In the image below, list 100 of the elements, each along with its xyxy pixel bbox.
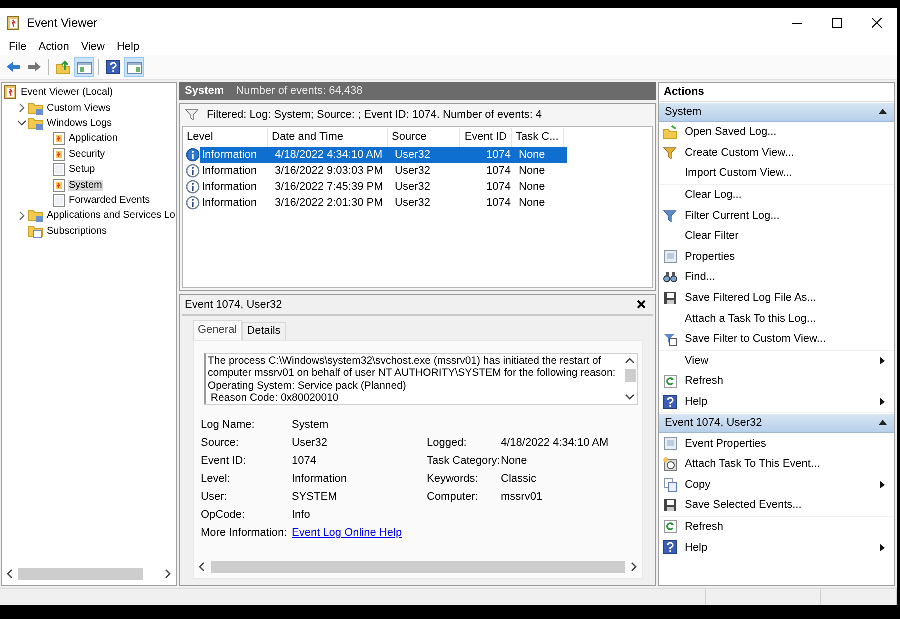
event-log-icon xyxy=(4,85,18,100)
field-label: Computer: xyxy=(427,491,480,503)
help-icon xyxy=(106,60,120,74)
table-cell-text: Information xyxy=(201,164,258,179)
tree-item[interactable]: Security xyxy=(68,148,106,160)
tab[interactable]: General xyxy=(193,320,242,340)
command-link[interactable]: Save Filter to Custom View... xyxy=(685,333,886,346)
menu-item[interactable]: File xyxy=(4,40,32,52)
binoculars-icon xyxy=(663,270,678,284)
tree-item[interactable]: Setup xyxy=(68,164,96,176)
section-title: System xyxy=(665,106,702,118)
tree-item[interactable]: System xyxy=(68,180,104,191)
table-cell-text: User32 xyxy=(394,196,432,211)
close-detail-button[interactable] xyxy=(636,299,647,310)
folder-icon xyxy=(663,124,678,140)
menu-item[interactable]: View xyxy=(76,40,110,52)
command-link[interactable]: Help xyxy=(685,396,878,408)
command-link[interactable]: Find... xyxy=(685,271,886,284)
filter-icon xyxy=(663,208,677,223)
command-link[interactable]: Help xyxy=(685,542,878,554)
command-link[interactable]: Import Custom View... xyxy=(685,167,886,180)
properties-icon xyxy=(663,436,678,452)
command-link[interactable]: Event Properties xyxy=(685,438,886,450)
table-row[interactable]: Information 3/16/2022 2:01:30 PM User32 1074 None xyxy=(186,195,652,211)
table-cell-text: 1074 xyxy=(486,196,512,211)
field-label: More Information: xyxy=(201,527,288,539)
event-count: Number of events: 64,438 xyxy=(236,85,363,97)
command-link[interactable]: View xyxy=(685,354,878,367)
help-icon xyxy=(663,394,678,410)
section-header[interactable]: System xyxy=(659,103,894,122)
close-icon xyxy=(872,18,882,28)
command-link[interactable]: Attach a Task To this Log... xyxy=(685,312,886,325)
command-link[interactable]: Filter Current Log... xyxy=(685,210,886,222)
command-link[interactable]: Open Saved Log... xyxy=(685,126,886,138)
tree-item[interactable]: Application xyxy=(68,133,119,144)
command-link[interactable]: Copy xyxy=(685,478,878,491)
table-cell-text: 3/16/2022 2:01:30 PM xyxy=(274,196,384,211)
scrollbar-thumb[interactable] xyxy=(624,369,636,382)
command-link[interactable]: Refresh xyxy=(685,520,886,533)
field-label: Source: xyxy=(201,437,240,449)
menu-item[interactable]: Help xyxy=(112,40,145,52)
command-link[interactable]: Create Custom View... xyxy=(685,146,886,159)
field-value: 1074 xyxy=(292,455,318,467)
table-cell-text: 3/16/2022 9:03:03 PM xyxy=(274,164,384,179)
table-cell-text: None xyxy=(518,196,546,211)
log-icon xyxy=(52,178,66,193)
scrollbar-thumb[interactable] xyxy=(18,568,143,580)
tree-item[interactable]: Subscriptions xyxy=(46,226,108,237)
tab[interactable]: Details xyxy=(242,322,286,340)
scroll-right-icon xyxy=(630,562,638,572)
close-icon xyxy=(636,299,647,310)
command-link[interactable]: Properties xyxy=(685,250,886,263)
section-header[interactable]: Event 1074, User32 xyxy=(659,414,894,434)
command-link[interactable]: Save Selected Events... xyxy=(685,499,886,512)
menu-item[interactable]: Action xyxy=(34,40,74,52)
table-cell-text: 3/16/2022 7:45:39 PM xyxy=(274,180,384,195)
field-label: Keywords: xyxy=(427,473,480,485)
tree-item[interactable]: Applications and Services Lo xyxy=(46,210,176,222)
folder-up-icon xyxy=(56,60,70,74)
field-value: Information xyxy=(292,473,348,485)
table-row[interactable]: Information 3/16/2022 9:03:03 PM User32 1074 None xyxy=(186,163,652,179)
subscriptions-icon xyxy=(28,224,44,239)
tree-item[interactable]: Event Viewer (Local) xyxy=(20,87,114,98)
filter-icon xyxy=(663,146,677,160)
table-cell: 1074 xyxy=(463,147,515,163)
tree-item[interactable]: Windows Logs xyxy=(46,118,114,129)
field-label: Level: xyxy=(201,473,232,485)
table-cell-text: None xyxy=(518,180,546,195)
table-cell: 4/18/2022 4:34:10 AM xyxy=(271,147,391,163)
field-value: None xyxy=(501,455,528,467)
table-cell-text: User32 xyxy=(394,180,432,195)
filter-text: Filtered: Log: System; Source: ; Event ID: 1074. Number of events: 4 xyxy=(207,109,542,121)
field-value: System xyxy=(292,419,330,431)
tree-item[interactable]: Forwarded Events xyxy=(68,194,152,206)
table-cell: None xyxy=(515,147,567,163)
forward-arrow-icon xyxy=(26,60,42,74)
event-message: The process C:\Windows\system32\svchost.exe (mssrv01) has initiated the restart of computer mssrv01 on behalf of user NT AUTHORITY\SYSTEM for the following reason: Operating System: Service pack (Planned) Reason Code: 0x80020010 xyxy=(207,354,617,404)
filter-icon xyxy=(663,332,678,347)
command-link[interactable]: Refresh xyxy=(685,375,886,388)
log-icon xyxy=(52,131,66,146)
back-arrow-icon xyxy=(6,60,20,74)
command-link[interactable]: Clear Log... xyxy=(685,189,886,202)
table-row[interactable]: Information 3/16/2022 7:45:39 PM User32 1074 None xyxy=(186,179,652,195)
refresh-icon xyxy=(663,374,678,389)
help-link[interactable]: Event Log Online Help xyxy=(292,527,501,539)
table-row[interactable]: Information 4/18/2022 4:34:10 AM User32 1074 None xyxy=(186,147,652,163)
field-label: OpCode: xyxy=(201,509,246,521)
scrollbar-thumb[interactable] xyxy=(211,561,625,573)
refresh-icon xyxy=(663,519,678,534)
copy-icon xyxy=(663,476,678,493)
command-link[interactable]: Attach Task To This Event... xyxy=(685,458,886,470)
field-value: Classic xyxy=(501,473,538,485)
table-cell-text: 1074 xyxy=(486,164,512,179)
detail-title: Event 1074, User32 xyxy=(185,298,282,310)
command-link[interactable]: Clear Filter xyxy=(685,230,886,242)
command-link[interactable]: Save Filtered Log File As... xyxy=(685,292,886,304)
field-value: SYSTEM xyxy=(292,491,338,503)
tree-item[interactable]: Custom Views xyxy=(46,102,112,114)
field-label: Task Category: xyxy=(427,455,501,467)
field-label: Log Name: xyxy=(201,419,256,431)
